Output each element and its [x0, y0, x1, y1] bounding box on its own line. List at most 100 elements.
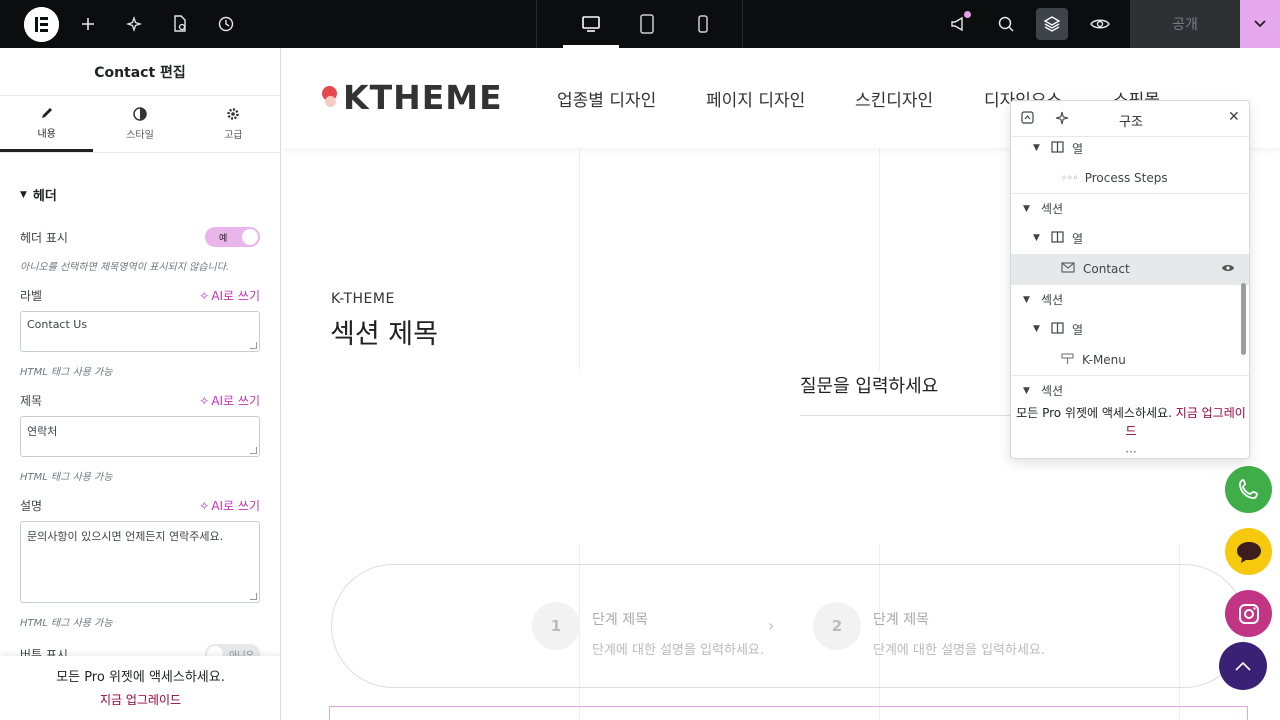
tab-content[interactable]: 내용 [0, 96, 94, 152]
tree-item-label: 열 [1072, 322, 1084, 337]
promo-text: 모든 Pro 위젯에 액세스하세요. [56, 670, 225, 685]
desktop-icon[interactable] [575, 8, 607, 40]
publish-button[interactable]: 공개 [1130, 0, 1240, 48]
selected-element-outline [329, 706, 1248, 720]
structure-panel: 구조 ✕ ▼ 열 ◦◦◦ Process Steps ▼ 섹션 ▼ 열 Cont… [1010, 100, 1250, 459]
nav-item-industry[interactable]: 업종별 디자인 [557, 86, 656, 111]
chat-bubble-icon [1236, 541, 1261, 563]
show-header-toggle[interactable]: 예 [205, 227, 260, 247]
label-textarea[interactable]: Contact Us [20, 311, 260, 352]
mobile-icon[interactable] [687, 8, 719, 40]
ai-write-button-desc[interactable]: ✧ AI로 쓰기 [199, 497, 260, 514]
tree-item-label: 섹션 [1041, 202, 1064, 216]
title-textarea[interactable]: 연락처 [20, 416, 260, 457]
chat-fab[interactable] [1225, 528, 1272, 575]
question-text[interactable]: 질문을 입력하세요 [800, 372, 938, 398]
structure-upgrade-promo: 모든 Pro 위젯에 액세스하세요. 지금 업그레이 드 [1011, 404, 1249, 440]
column-icon [1051, 230, 1064, 246]
tree-item-section[interactable]: ▼ 섹션 [1011, 193, 1249, 223]
resize-grip-icon[interactable] [250, 447, 257, 454]
desc-field-label: 설명 [20, 499, 43, 513]
grid-line [879, 148, 880, 370]
tree-item-column[interactable]: ▼ 열 [1011, 223, 1249, 253]
chevron-down-icon[interactable] [1240, 0, 1280, 48]
instagram-fab[interactable] [1225, 590, 1272, 637]
panel-upgrade-promo: 모든 Pro 위젯에 액세스하세요. 지금 업그레이드 [0, 656, 280, 720]
tree-item-contact-selected[interactable]: Contact [1011, 254, 1249, 284]
notification-dot [964, 11, 971, 18]
promo-text: 모든 Pro 위젯에 액세스하세요. [1016, 406, 1172, 420]
phone-icon [1238, 478, 1258, 499]
label-field-label: 라벨 [20, 289, 43, 303]
process-steps-icon: ◦◦◦ [1061, 172, 1079, 184]
page-settings-icon[interactable] [164, 8, 196, 40]
section-header-label: 헤더 [32, 189, 57, 204]
chevron-up-icon [1235, 661, 1251, 671]
tab-content-label: 내용 [37, 128, 56, 140]
label-value: Contact Us [27, 318, 88, 331]
instagram-icon [1238, 603, 1259, 624]
ai-write-button-title[interactable]: ✧ AI로 쓰기 [199, 392, 260, 409]
title-field-label: 제목 [20, 394, 43, 408]
question-underline [800, 415, 1020, 416]
sparkle-ai-icon[interactable] [118, 8, 150, 40]
phone-fab[interactable] [1225, 466, 1272, 513]
sparkle-icon: ✧ [199, 288, 210, 303]
upgrade-link[interactable]: 지금 업그레이드 [0, 691, 280, 708]
widget-edit-panel: Contact 편집 내용 스타일 고급 ▼ 헤더 헤더 표시 예 아니오를 선… [0, 48, 281, 720]
step-desc: 단계에 대한 설명을 입력하세요. [873, 643, 1046, 658]
caret-down-icon: ▼ [20, 189, 27, 200]
process-steps[interactable] [331, 564, 1246, 688]
ai-write-button-label[interactable]: ✧ AI로 쓰기 [199, 287, 260, 304]
desc-html-hint: HTML 태그 사용 가능 [20, 618, 113, 629]
eye-icon[interactable] [1084, 8, 1116, 40]
section-header-toggle[interactable]: ▼ 헤더 [20, 185, 57, 204]
tree-item-label: 섹션 [1041, 293, 1064, 307]
tree-item-label: K-Menu [1082, 353, 1126, 367]
site-logo[interactable]: KTHEME [322, 78, 503, 117]
label-html-hint: HTML 태그 사용 가능 [20, 367, 113, 378]
eye-icon[interactable] [1221, 262, 1235, 276]
tree-item-column[interactable]: ▼ 열 [1011, 314, 1249, 344]
tab-style-label: 스타일 [126, 130, 154, 141]
ai-write-text: AI로 쓰기 [211, 394, 260, 408]
tablet-icon[interactable] [631, 8, 663, 40]
show-header-hint: 아니오를 선택하면 제목영역이 표시되지 않습니다. [20, 262, 230, 273]
elementor-logo-icon[interactable] [24, 7, 59, 42]
desc-textarea[interactable]: 문의사항이 있으시면 언제든지 연락주세요. [20, 521, 260, 603]
tab-advanced-label: 고급 [224, 130, 243, 141]
nav-item-skin[interactable]: 스킨디자인 [855, 86, 933, 111]
caret-down-icon: ▼ [1033, 143, 1040, 153]
tree-item-widget[interactable]: K-Menu [1011, 345, 1249, 375]
upgrade-link[interactable]: 지금 업그레이 [1176, 406, 1246, 420]
tab-style[interactable]: 스타일 [93, 96, 186, 152]
menu-widget-icon [1061, 352, 1074, 368]
tab-advanced[interactable]: 고급 [187, 96, 280, 152]
step-desc: 단계에 대한 설명을 입력하세요. [592, 643, 765, 658]
structure-scrollbar[interactable] [1241, 283, 1246, 355]
history-icon[interactable] [210, 8, 242, 40]
sparkle-icon: ✧ [199, 498, 210, 513]
close-icon[interactable]: ✕ [1228, 109, 1240, 125]
megaphone-icon[interactable] [942, 8, 974, 40]
layers-icon[interactable] [1036, 8, 1068, 40]
tree-item-section[interactable]: ▼ 섹션 [1011, 284, 1249, 314]
resize-grip-icon[interactable] [250, 342, 257, 349]
search-icon[interactable] [990, 8, 1022, 40]
envelope-icon [1061, 262, 1075, 276]
show-header-label: 헤더 표시 [20, 231, 68, 245]
tree-item-column[interactable]: ▼ 열 [1011, 133, 1249, 163]
half-circle-icon [133, 107, 147, 121]
upgrade-link-wrap[interactable]: 드 [1125, 424, 1136, 438]
caret-down-icon: ▼ [1033, 233, 1040, 243]
more-dots-icon[interactable]: ··· [1011, 445, 1249, 458]
step-number: 2 [813, 602, 861, 650]
brand-text: KTHEME [343, 78, 503, 117]
tree-item-widget[interactable]: ◦◦◦ Process Steps [1011, 163, 1249, 193]
plus-icon[interactable] [72, 8, 104, 40]
scroll-top-fab[interactable] [1219, 642, 1267, 690]
editor-topbar: 공개 [0, 0, 1280, 48]
nav-item-page[interactable]: 페이지 디자인 [706, 86, 805, 111]
tree-item-section[interactable]: ▼ 섹션 [1011, 375, 1249, 405]
resize-grip-icon[interactable] [250, 593, 257, 600]
